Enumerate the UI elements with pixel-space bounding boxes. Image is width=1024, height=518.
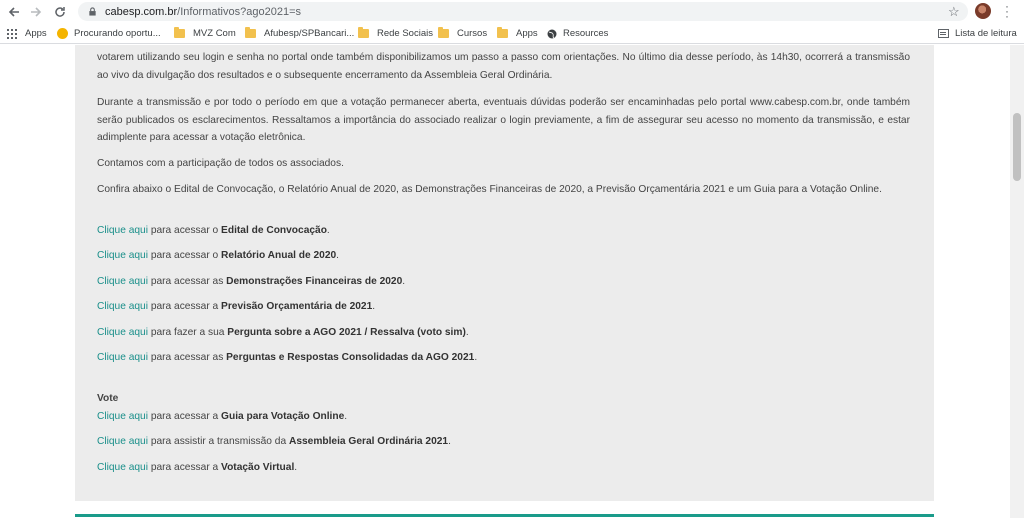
reading-list-icon (938, 29, 949, 38)
clique-aqui-link[interactable]: Clique aqui (97, 436, 148, 447)
link-line-demonstracoes: Clique aqui para acessar as Demonstraçõe… (97, 276, 406, 287)
bookmark-apps-folder[interactable]: Apps (497, 27, 538, 39)
bookmark-cursos[interactable]: Cursos (438, 27, 488, 39)
scrollbar-thumb[interactable] (1013, 113, 1021, 181)
link-line-guia: Clique aqui para acessar a Guia para Vot… (97, 411, 348, 422)
bookmark-label: Rede Sociais (377, 28, 433, 39)
link-line-transmissao: Clique aqui para assistir a transmissão … (97, 436, 451, 447)
bookmark-mvz-com[interactable]: MVZ Com (174, 27, 236, 39)
folder-icon (245, 27, 256, 38)
paragraph-documents-intro: Confira abaixo o Edital de Convocação, o… (97, 184, 882, 195)
content-box: votarem utilizando seu login e senha no … (75, 45, 934, 501)
clique-aqui-link[interactable]: Clique aqui (97, 276, 148, 287)
url-host: cabesp.com.br (105, 5, 178, 18)
page-viewport: votarem utilizando seu login e senha no … (0, 45, 1010, 518)
menu-icon[interactable]: · · · (1005, 0, 1009, 22)
folder-icon (438, 27, 449, 38)
bookmark-star-icon[interactable]: ☆ (948, 4, 960, 20)
bookmark-rede-sociais[interactable]: Rede Sociais (358, 27, 433, 39)
yellow-circle-icon (57, 28, 68, 39)
page-scrollbar[interactable] (1010, 45, 1024, 518)
bookmark-label: Resources (563, 28, 609, 39)
clique-aqui-link[interactable]: Clique aqui (97, 352, 148, 363)
bookmark-label: Afubesp/SPBancari... (264, 28, 355, 39)
section-divider-bar (75, 514, 934, 517)
browser-toolbar: cabesp.com.br/Informativos?ago2021=s ☆ ·… (0, 0, 1024, 24)
lock-icon (89, 7, 96, 16)
reading-list-label: Lista de leitura (955, 28, 1017, 39)
bookmark-label: Cursos (457, 28, 488, 39)
reload-icon[interactable] (50, 2, 70, 22)
bookmark-label: Apps (516, 28, 538, 39)
bookmark-afubesp[interactable]: Afubesp/SPBancari... (245, 27, 355, 39)
bookmark-label: Apps (25, 28, 47, 39)
vote-heading: Vote (97, 393, 119, 404)
paragraph-transmission: Durante a transmissão e por todo o perío… (97, 97, 910, 143)
link-line-previsao: Clique aqui para acessar a Previsão Orça… (97, 301, 376, 312)
link-line-relatorio: Clique aqui para acessar o Relatório Anu… (97, 250, 340, 261)
reading-list-button[interactable]: Lista de leitura (938, 28, 1017, 39)
paragraph-voting-info: votarem utilizando seu login e senha no … (97, 52, 910, 81)
bookmark-resources[interactable]: Resources (547, 28, 608, 39)
paragraph-participation: Contamos com a participação de todos os … (97, 158, 344, 169)
bookmark-procurando[interactable]: Procurando oportu... (57, 28, 161, 39)
clique-aqui-link[interactable]: Clique aqui (97, 225, 148, 236)
folder-icon (174, 27, 185, 38)
clique-aqui-link[interactable]: Clique aqui (97, 411, 148, 422)
bookmark-label: MVZ Com (193, 28, 236, 39)
clique-aqui-link[interactable]: Clique aqui (97, 462, 148, 473)
clique-aqui-link[interactable]: Clique aqui (97, 250, 148, 261)
back-icon[interactable] (4, 2, 24, 22)
clique-aqui-link[interactable]: Clique aqui (97, 301, 148, 312)
globe-icon (547, 29, 557, 38)
folder-icon (497, 27, 508, 38)
url-path: /Informativos?ago2021=s (177, 5, 301, 18)
address-bar[interactable]: cabesp.com.br/Informativos?ago2021=s (78, 2, 968, 21)
bookmarks-bar: Apps Procurando oportu... MVZ Com Afubes… (0, 26, 1024, 44)
clique-aqui-link[interactable]: Clique aqui (97, 327, 148, 338)
bookmark-apps[interactable]: Apps (7, 28, 47, 39)
link-line-respostas: Clique aqui para acessar as Perguntas e … (97, 352, 478, 363)
link-line-votacao: Clique aqui para acessar a Votação Virtu… (97, 462, 298, 473)
folder-icon (358, 27, 369, 38)
apps-grid-icon (7, 28, 17, 39)
link-line-edital: Clique aqui para acessar o Edital de Con… (97, 225, 330, 236)
profile-avatar[interactable] (975, 3, 991, 19)
bookmark-label: Procurando oportu... (74, 28, 161, 39)
forward-icon[interactable] (26, 2, 46, 22)
link-line-pergunta: Clique aqui para fazer a sua Pergunta so… (97, 327, 469, 338)
